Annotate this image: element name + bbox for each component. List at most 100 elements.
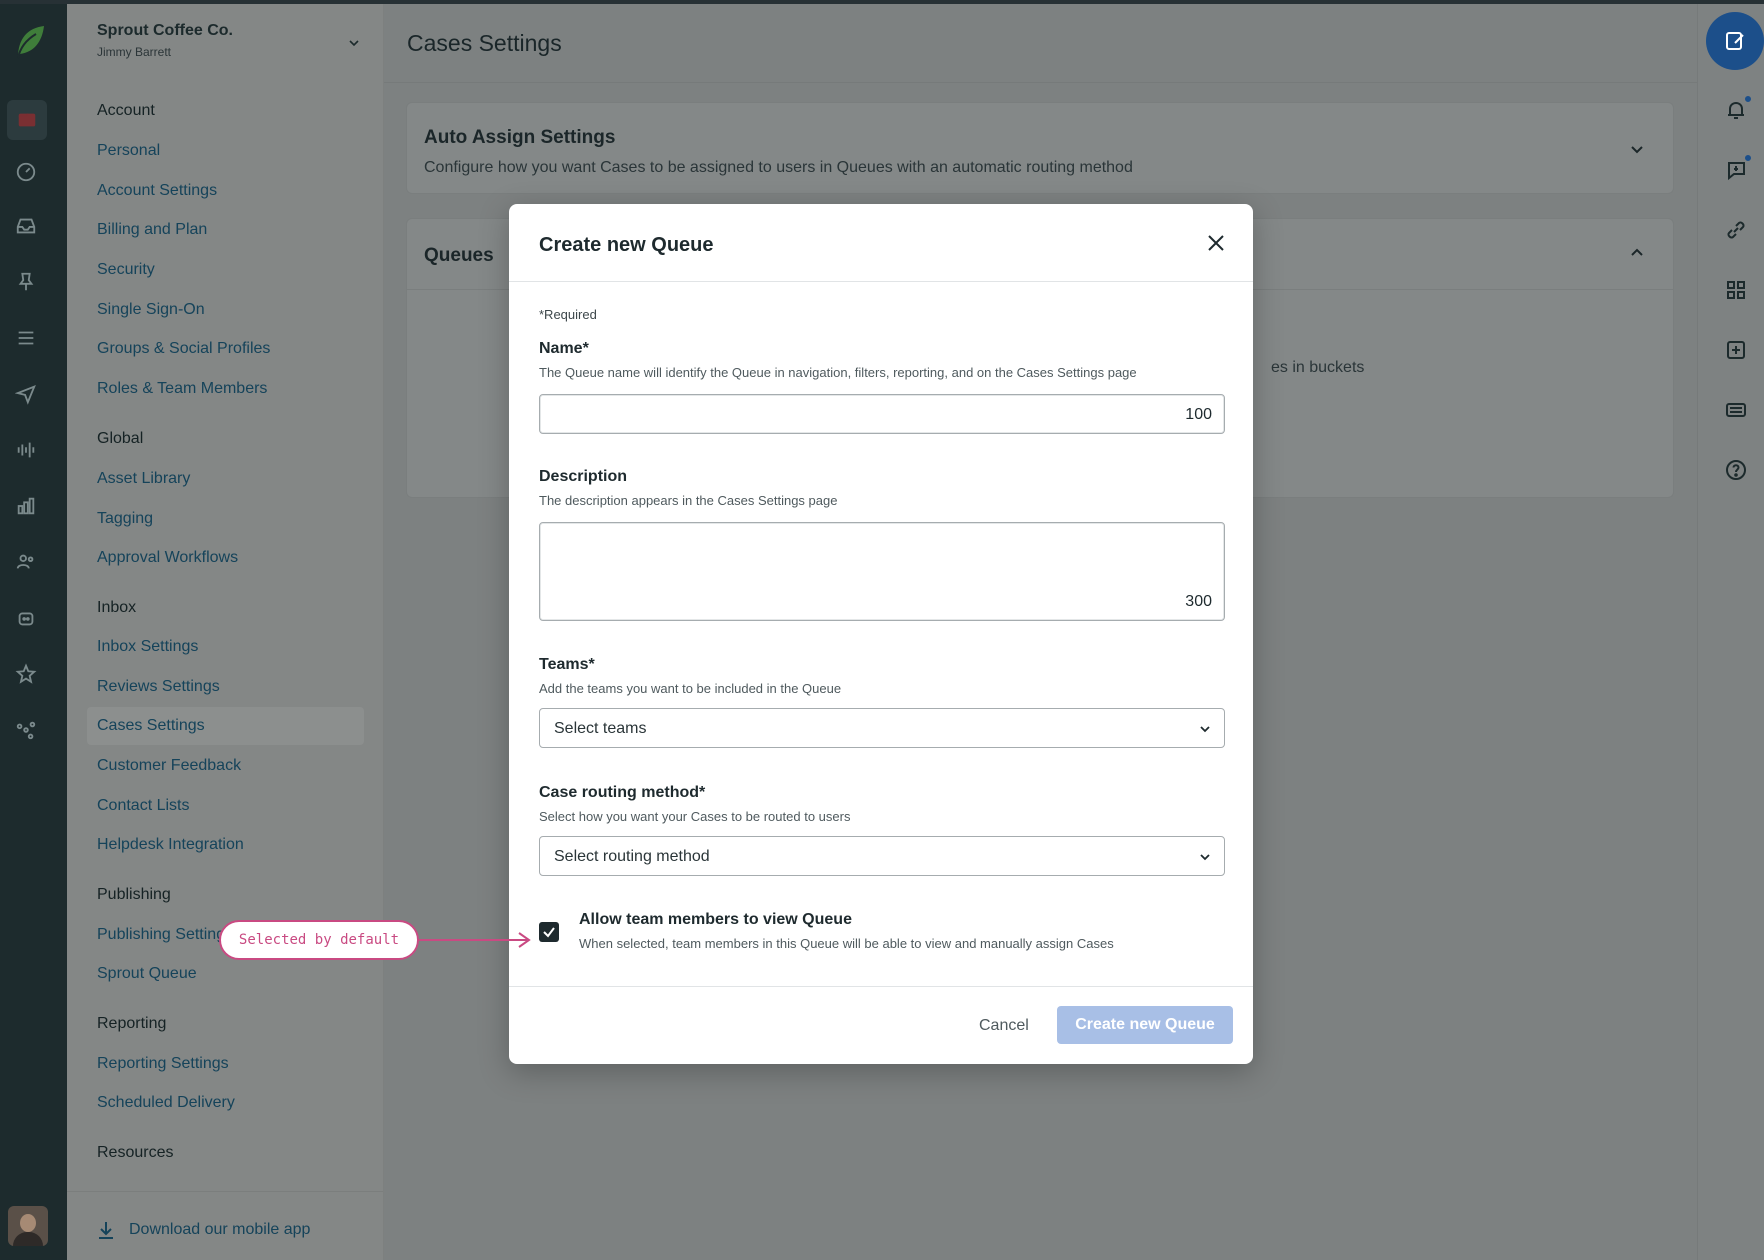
queues-empty-hint: es in buckets (1271, 359, 1365, 376)
chevron-down-icon (1200, 726, 1210, 733)
add-box-icon[interactable] (1722, 336, 1750, 364)
publish-send-icon[interactable] (10, 378, 42, 410)
description-textarea[interactable]: 300 (539, 522, 1225, 621)
auto-assign-title: Auto Assign Settings (424, 127, 616, 148)
close-icon (1208, 235, 1224, 251)
messages-icon[interactable] (7, 100, 47, 140)
allow-view-checkbox[interactable] (539, 922, 559, 942)
people-icon[interactable] (10, 546, 42, 578)
cancel-button[interactable]: Cancel (979, 1017, 1029, 1035)
close-button[interactable] (1203, 230, 1229, 256)
nav-item-groups[interactable]: Groups & Social Profiles (97, 340, 270, 358)
modal-title: Create new Queue (539, 234, 714, 256)
nav-item-customer-feedback[interactable]: Customer Feedback (97, 757, 241, 775)
user-name: Jimmy Barrett (97, 45, 172, 59)
nav-item-reporting-settings[interactable]: Reporting Settings (97, 1055, 229, 1073)
nav-item-sso[interactable]: Single Sign-On (97, 301, 205, 319)
name-char-counter: 100 (1185, 406, 1212, 423)
chevron-down-icon (349, 40, 359, 47)
modal-header: Create new Queue (509, 204, 1253, 282)
routing-placeholder: Select routing method (554, 848, 710, 865)
inbox-icon[interactable] (10, 210, 42, 242)
dashboard-icon[interactable] (10, 156, 42, 188)
routing-method-select[interactable]: Select routing method (539, 836, 1225, 876)
divider (384, 82, 1697, 83)
nav-item-reviews-settings[interactable]: Reviews Settings (97, 678, 220, 696)
teams-placeholder: Select teams (554, 720, 647, 737)
nav-item-personal[interactable]: Personal (97, 142, 160, 160)
nav-item-inbox-settings[interactable]: Inbox Settings (97, 638, 198, 656)
org-name: Sprout Coffee Co. (97, 22, 233, 39)
chevron-down-icon (1200, 854, 1210, 861)
chevron-down-icon[interactable] (1629, 141, 1645, 157)
download-mobile-app-link[interactable]: Download our mobile app (97, 1220, 310, 1240)
integrations-icon[interactable] (10, 714, 42, 746)
nav-item-roles[interactable]: Roles & Team Members (97, 380, 267, 398)
icon-rail (0, 4, 67, 1260)
teams-label: Teams* (539, 656, 595, 673)
auto-assign-description: Configure how you want Cases to be assig… (424, 159, 1133, 176)
nav-item-approval-workflows[interactable]: Approval Workflows (97, 549, 238, 567)
nav-section-account: Account (97, 102, 155, 119)
nav-item-scheduled-delivery[interactable]: Scheduled Delivery (97, 1094, 235, 1112)
nav-item-contact-lists[interactable]: Contact Lists (97, 797, 189, 815)
workspace-switcher[interactable]: Sprout Coffee Co. Jimmy Barrett (97, 22, 367, 72)
nav-item-security[interactable]: Security (97, 261, 155, 279)
nav-item-cases-settings[interactable]: Cases Settings (87, 707, 364, 745)
nav-item-publishing-settings[interactable]: Publishing Settings (97, 926, 233, 944)
teams-help: Add the teams you want to be included in… (539, 681, 842, 696)
tasks-list-icon[interactable] (10, 322, 42, 354)
nav-section-global: Global (97, 430, 144, 447)
bot-icon[interactable] (10, 602, 42, 634)
nav-section-resources: Resources (97, 1144, 174, 1161)
name-help: The Queue name will identify the Queue i… (539, 365, 1137, 380)
description-label: Description (539, 468, 628, 485)
nav-item-asset-library[interactable]: Asset Library (97, 470, 190, 488)
download-icon (99, 1222, 113, 1239)
user-avatar[interactable] (8, 1206, 48, 1246)
nav-section-reporting: Reporting (97, 1015, 167, 1032)
settings-sidebar: Sprout Coffee Co. Jimmy Barrett Account … (67, 4, 384, 1260)
annotation-callout: Selected by default (219, 920, 419, 960)
page-title: Cases Settings (407, 30, 562, 56)
checkmark-icon (543, 927, 555, 938)
chevron-up-icon[interactable] (1629, 245, 1645, 261)
listening-icon[interactable] (10, 434, 42, 466)
annotation-arrow-icon (419, 932, 531, 948)
queues-title: Queues (424, 245, 494, 266)
auto-assign-card[interactable]: Auto Assign Settings Configure how you w… (406, 102, 1674, 194)
teams-select[interactable]: Select teams (539, 708, 1225, 748)
allow-view-help: When selected, team members in this Queu… (579, 936, 1114, 951)
download-label: Download our mobile app (129, 1221, 311, 1238)
description-help: The description appears in the Cases Set… (539, 493, 838, 508)
allow-view-label: Allow team members to view Queue (579, 911, 852, 928)
link-icon[interactable] (1722, 216, 1750, 244)
description-char-counter: 300 (1185, 593, 1212, 610)
routing-label: Case routing method* (539, 784, 706, 801)
notification-dot (1744, 95, 1752, 103)
nav-item-helpdesk-integration[interactable]: Helpdesk Integration (97, 836, 244, 854)
name-label: Name* (539, 340, 589, 357)
nav-item-tagging[interactable]: Tagging (97, 510, 153, 528)
help-icon[interactable] (1722, 456, 1750, 484)
sprout-logo-icon[interactable] (14, 24, 46, 60)
modal-footer-divider (509, 986, 1253, 987)
reviews-star-icon[interactable] (10, 658, 42, 690)
create-queue-modal: Create new Queue *Required Name* The Que… (509, 204, 1253, 1064)
compose-button[interactable] (1706, 12, 1764, 70)
nav-item-billing[interactable]: Billing and Plan (97, 221, 207, 239)
pin-icon[interactable] (10, 266, 42, 298)
keyboard-icon[interactable] (1722, 396, 1750, 424)
nav-section-publishing: Publishing (97, 886, 171, 903)
required-note: *Required (539, 307, 597, 322)
compose-icon (1726, 32, 1744, 50)
routing-help: Select how you want your Cases to be rou… (539, 809, 851, 824)
nav-item-sprout-queue[interactable]: Sprout Queue (97, 965, 197, 983)
name-input[interactable]: 100 (539, 394, 1225, 434)
divider (67, 1191, 383, 1192)
nav-item-account-settings[interactable]: Account Settings (97, 182, 217, 200)
create-queue-button[interactable]: Create new Queue (1057, 1006, 1233, 1044)
reports-icon[interactable] (10, 490, 42, 522)
notification-dot (1744, 154, 1752, 162)
apps-grid-icon[interactable] (1722, 276, 1750, 304)
